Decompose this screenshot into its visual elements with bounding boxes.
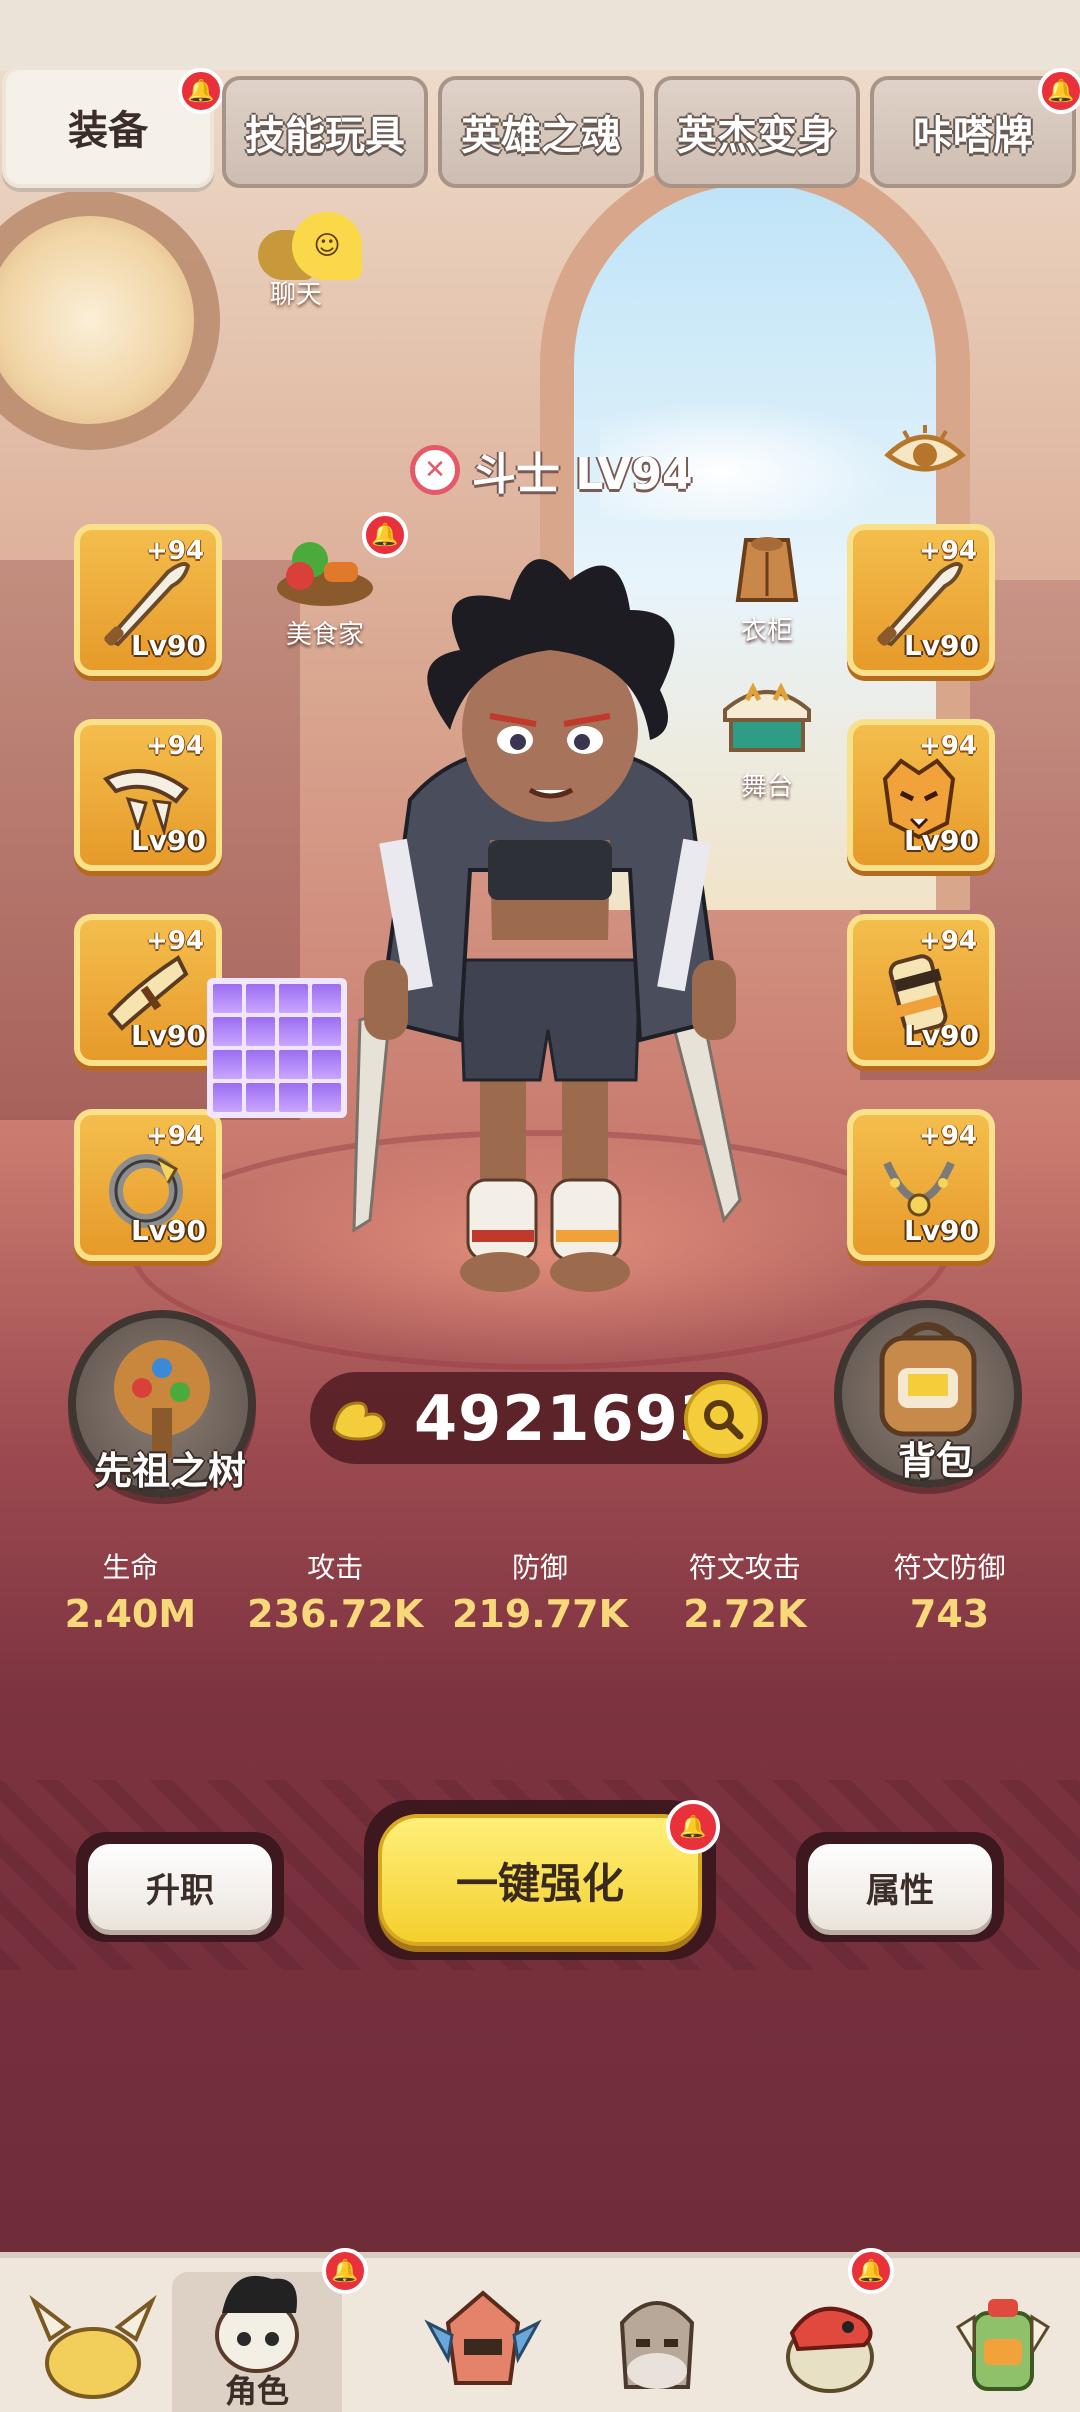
- nav-character[interactable]: 角色: [172, 2272, 342, 2412]
- combat-power: 4921693: [310, 1372, 768, 1464]
- nav-totem[interactable]: [918, 2268, 1080, 2412]
- stat-hp: 生命 2.40M: [28, 1546, 233, 1636]
- tab-skill-toys[interactable]: 技能玩具: [222, 76, 428, 188]
- totem-icon: [955, 2299, 1051, 2391]
- tab-label: 英杰变身: [677, 113, 837, 159]
- enhance-level: +94: [146, 731, 204, 761]
- item-level: Lv90: [130, 1214, 206, 1247]
- equip-slot-weapon[interactable]: +94 Lv90: [74, 524, 222, 676]
- enhance-level: +94: [919, 731, 977, 761]
- tab-hero-transform[interactable]: 英杰变身: [654, 76, 860, 188]
- stat-value: 743: [909, 1592, 990, 1636]
- tab-label: 技能玩具: [245, 113, 405, 159]
- ancestor-tree-label: 先祖之树: [93, 1449, 246, 1493]
- promote-button-frame: 升职: [76, 1832, 284, 1942]
- ancestor-tree-button[interactable]: 先祖之树: [68, 1310, 256, 1498]
- item-level: Lv90: [903, 1214, 979, 1247]
- stat-label: 攻击: [307, 1551, 364, 1584]
- enhance-level: +94: [919, 536, 977, 566]
- tab-label: 咔嗒牌: [913, 113, 1033, 159]
- notification-bell-icon: 🔔: [178, 68, 224, 114]
- hero-character: [352, 559, 742, 1292]
- search-icon[interactable]: [684, 1380, 762, 1458]
- enhance-button-frame: 一键强化: [364, 1800, 716, 1960]
- elder-icon: [619, 2301, 695, 2389]
- stat-rune-attack: 符文攻击 2.72K: [642, 1546, 847, 1636]
- muscle-arm-icon: [332, 1401, 386, 1441]
- class-emblem-icon: ✕: [410, 445, 460, 495]
- nav-dino[interactable]: [748, 2268, 918, 2412]
- equip-slot-accessory[interactable]: +94 Lv90: [74, 914, 222, 1066]
- backpack-label: 背包: [897, 1439, 974, 1483]
- promote-button[interactable]: 升职: [88, 1844, 272, 1930]
- equip-slot-neck[interactable]: +94 Lv90: [847, 1109, 995, 1261]
- item-level: Lv90: [130, 629, 206, 662]
- tab-label: 英雄之魂: [461, 113, 621, 159]
- class-name: 斗士 LV94: [472, 449, 693, 500]
- hero-portrait-icon: [215, 2275, 299, 2373]
- tribal-mask-icon: [424, 2290, 542, 2385]
- equip-slot-arm[interactable]: +94 Lv90: [847, 914, 995, 1066]
- round-window: [0, 190, 220, 450]
- stat-rune-defense: 符文防御 743: [847, 1546, 1052, 1636]
- stat-defense: 防御 219.77K: [438, 1546, 643, 1636]
- item-level: Lv90: [903, 824, 979, 857]
- enhance-level: +94: [146, 1121, 204, 1151]
- bottom-navigation: 角色 🔔 🔔: [0, 2248, 1080, 2412]
- backpack-button[interactable]: 背包: [834, 1300, 1022, 1488]
- stat-value: 2.40M: [64, 1592, 197, 1636]
- item-level: Lv90: [903, 1019, 979, 1052]
- nav-horned-helmet[interactable]: [8, 2268, 178, 2412]
- combat-power-value: 4921693: [414, 1381, 723, 1455]
- stat-value: 219.77K: [451, 1592, 629, 1636]
- enhance-level: +94: [146, 926, 204, 956]
- item-level: Lv90: [903, 629, 979, 662]
- one-click-enhance-button[interactable]: 一键强化: [378, 1814, 702, 1946]
- stat-attack: 攻击 236.72K: [233, 1546, 438, 1636]
- equip-slot-head[interactable]: +94 Lv90: [847, 719, 995, 871]
- notification-bell-icon: 🔔: [1038, 68, 1080, 114]
- horned-helmet-icon: [29, 2294, 157, 2399]
- chat-button[interactable]: ☺ 聊天: [252, 208, 372, 310]
- equipment-tabs: 装备 🔔 技能玩具 英雄之魂 英杰变身 咔嗒牌 🔔: [0, 66, 1080, 191]
- attributes-button-frame: 属性: [796, 1832, 1004, 1942]
- nav-tribal-mask[interactable]: [398, 2268, 568, 2412]
- notification-bell-icon: 🔔: [848, 2248, 894, 2294]
- inventory-grid-decor: [207, 978, 347, 1118]
- notification-bell-icon: 🔔: [666, 1800, 720, 1854]
- stat-value: 2.72K: [683, 1592, 807, 1636]
- stat-label: 防御: [511, 1551, 568, 1584]
- item-level: Lv90: [130, 824, 206, 857]
- stat-value: 236.72K: [247, 1592, 424, 1636]
- dino-icon: [786, 2306, 874, 2393]
- enhance-level: +94: [146, 536, 204, 566]
- smiley-icon: ☺: [292, 212, 362, 280]
- attributes-button[interactable]: 属性: [808, 1844, 992, 1930]
- nav-label: 角色: [224, 2372, 289, 2410]
- equip-slot-weapon-2[interactable]: +94 Lv90: [847, 524, 995, 676]
- stats-panel: 生命 2.40M 攻击 236.72K 防御 219.77K 符文攻击 2.72…: [28, 1546, 1052, 1636]
- notification-bell-icon: 🔔: [322, 2248, 368, 2294]
- stat-label: 符文防御: [893, 1551, 1006, 1584]
- equip-slot-ring[interactable]: +94 Lv90: [74, 1109, 222, 1261]
- nav-elder[interactable]: [572, 2268, 742, 2412]
- stat-label: 符文攻击: [688, 1551, 801, 1584]
- top-strip: [0, 0, 1080, 70]
- tab-label: 装备: [68, 108, 148, 154]
- eye-icon[interactable]: [884, 418, 966, 488]
- hero-class: ✕ 斗士 LV94: [410, 440, 693, 500]
- chat-label: 聊天: [270, 280, 323, 310]
- enhance-level: +94: [919, 926, 977, 956]
- enhance-level: +94: [919, 1121, 977, 1151]
- equip-slot-offhand[interactable]: +94 Lv90: [74, 719, 222, 871]
- tab-hero-soul[interactable]: 英雄之魂: [438, 76, 644, 188]
- stat-label: 生命: [102, 1551, 159, 1584]
- item-level: Lv90: [130, 1019, 206, 1052]
